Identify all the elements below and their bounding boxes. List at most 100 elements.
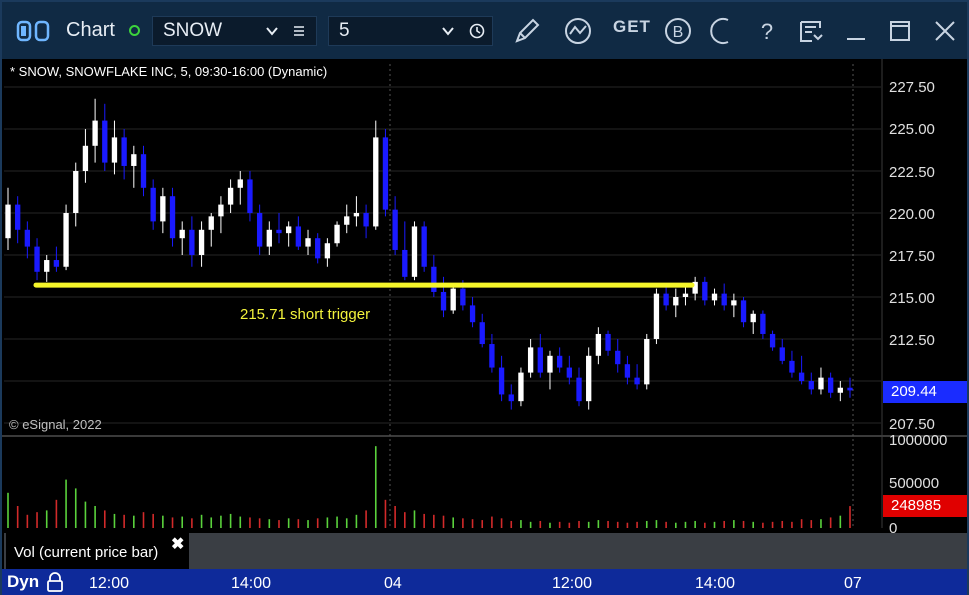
last-volume-badge: 248985 (883, 495, 967, 517)
candle-body (315, 238, 321, 259)
clock-icon[interactable] (469, 23, 485, 39)
chevron-down-icon (442, 27, 454, 36)
b-badge-icon[interactable]: B (663, 16, 693, 46)
price-tick: 220.00 (889, 206, 935, 223)
candle-body (431, 266, 437, 292)
page-icon[interactable] (796, 16, 826, 46)
candle-body (779, 347, 785, 361)
candle-body (324, 243, 331, 259)
candle-body (527, 347, 534, 373)
candle-body (305, 238, 311, 247)
candle-body (411, 226, 418, 277)
candle-body (837, 387, 843, 393)
candle-body (750, 313, 756, 323)
candle-body (227, 187, 234, 205)
volume-bar (839, 515, 842, 528)
candle-body (169, 196, 176, 239)
price-chart[interactable] (2, 59, 967, 569)
time-tick: 12:00 (552, 575, 593, 592)
list-icon[interactable] (293, 25, 305, 37)
volume-bar (597, 520, 600, 528)
volume-bar (336, 516, 338, 528)
close-study-icon[interactable]: ✖ (171, 534, 184, 554)
volume-bar (452, 517, 454, 528)
title-bar: Chart SNOW 5 GET B ? (2, 2, 967, 59)
help-icon[interactable]: ? (752, 16, 782, 46)
study-icon[interactable] (563, 16, 593, 46)
candle-body (508, 394, 514, 402)
window-sync-icon[interactable] (16, 20, 52, 42)
volume-bar (829, 517, 832, 528)
interval-dropdown[interactable]: 5 (328, 16, 493, 46)
candle-body (140, 154, 147, 188)
price-tick: 212.50 (889, 332, 935, 349)
volume-bar (568, 522, 571, 528)
volume-bar (723, 520, 725, 528)
volume-bar (520, 520, 522, 528)
volume-bar (26, 514, 29, 528)
candle-body (73, 171, 79, 213)
candle-body (789, 360, 795, 373)
volume-bar (616, 521, 619, 528)
volume-bar (791, 521, 793, 528)
volume-bar (491, 516, 493, 528)
draw-pen-icon[interactable] (512, 16, 542, 46)
candle-body (769, 333, 776, 348)
symbol-dropdown[interactable]: SNOW (152, 16, 317, 46)
candle-body (295, 226, 302, 247)
volume-bar (500, 518, 503, 528)
candle-body (102, 120, 108, 163)
link-status-dot[interactable] (129, 25, 140, 36)
candle-body (286, 226, 292, 234)
candle-body (634, 377, 640, 385)
get-icon[interactable]: GET (613, 17, 651, 37)
copyright-watermark: © eSignal, 2022 (9, 417, 102, 432)
volume-bar (365, 510, 367, 528)
candle-body (460, 288, 466, 306)
volume-bar (113, 513, 116, 528)
candle-body (479, 322, 485, 345)
symbol-value: SNOW (163, 20, 223, 41)
lock-icon[interactable] (46, 572, 64, 592)
candle-body (518, 372, 524, 402)
time-axis-bar[interactable] (2, 569, 967, 595)
volume-bar (123, 514, 125, 528)
volume-bar (674, 522, 677, 528)
volume-bar (752, 521, 755, 528)
maximize-icon[interactable] (885, 16, 915, 46)
volume-bar (326, 517, 329, 528)
candle-body (760, 313, 766, 334)
candle-body (53, 260, 60, 267)
time-tick: 04 (384, 575, 402, 592)
volume-bar (529, 521, 532, 528)
volume-bar (142, 512, 145, 528)
volume-bar (191, 518, 193, 528)
volume-bar (7, 492, 9, 528)
candle-body (276, 229, 282, 234)
candle-body (111, 137, 118, 163)
price-tick: 207.50 (889, 416, 935, 433)
candle-body (266, 229, 272, 247)
volume-bar (607, 520, 609, 528)
volume-bar (587, 521, 590, 528)
candle-body (131, 154, 137, 166)
svg-text:?: ? (761, 19, 773, 44)
volume-bar (200, 514, 203, 528)
volume-bar (762, 522, 764, 528)
volume-bar (578, 520, 580, 528)
candle-body (392, 209, 398, 250)
candle-body (34, 246, 40, 272)
last-price-badge: 209.44 (883, 381, 967, 403)
candle-body (469, 305, 476, 323)
moon-icon[interactable] (708, 16, 738, 46)
volume-bar (133, 515, 135, 528)
close-icon[interactable] (930, 16, 960, 46)
candle-body (160, 196, 166, 222)
minimize-icon[interactable] (841, 16, 871, 46)
dynamic-mode-label[interactable]: Dyn (7, 572, 39, 592)
volume-bar (471, 519, 474, 528)
time-tick: 07 (844, 575, 862, 592)
volume-bar (374, 446, 377, 528)
candle-body (547, 355, 553, 373)
volume-bar (655, 520, 658, 528)
